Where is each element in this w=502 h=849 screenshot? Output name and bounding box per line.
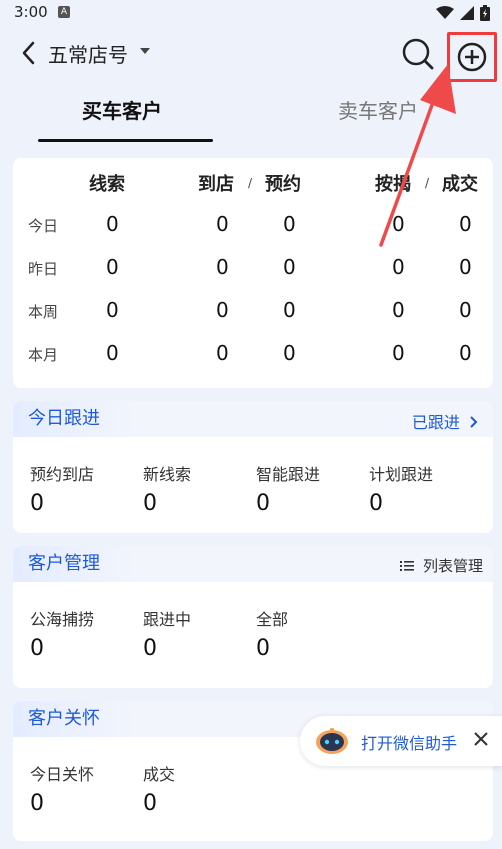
chevron-right-icon	[470, 416, 478, 428]
stat-cell[interactable]: 0	[283, 255, 296, 279]
stat-cell[interactable]: 0	[216, 341, 229, 365]
stat-cell[interactable]: 0	[392, 212, 405, 236]
care-label: 成交	[143, 765, 176, 784]
stats-card: 线索 到店 / 预约 按揭 / 成交 今日 0 0 0 0 0 昨日 0 0 0…	[13, 158, 493, 388]
stat-cell[interactable]: 0	[106, 298, 119, 322]
robot-avatar-icon	[316, 728, 348, 754]
followed-link-label: 已跟进	[411, 413, 460, 432]
stat-cell[interactable]: 0	[106, 255, 119, 279]
col-head-visit: 到店	[198, 174, 234, 195]
status-icons	[436, 5, 490, 21]
tab-sell-customers[interactable]: 卖车客户	[338, 95, 418, 124]
status-time: 3:00	[14, 3, 48, 21]
followup-value[interactable]: 0	[256, 491, 270, 516]
stat-cell[interactable]: 0	[216, 212, 229, 236]
add-button[interactable]	[447, 32, 497, 82]
manage-label: 全部	[256, 610, 289, 629]
notification-icon: A	[58, 6, 70, 18]
followup-label: 预约到店	[30, 465, 95, 484]
col-head-deal: 成交	[442, 174, 478, 195]
plus-circle-icon	[457, 42, 487, 72]
shop-title[interactable]: 五常店号	[48, 39, 128, 68]
back-icon[interactable]	[16, 38, 42, 68]
followup-label: 新线索	[143, 465, 192, 484]
battery-icon	[480, 5, 490, 21]
followup-label: 计划跟进	[369, 465, 434, 484]
followup-card: 今日跟进 已跟进 预约到店 0 新线索 0 智能跟进 0 计划跟进 0	[13, 401, 493, 533]
wechat-assistant-label: 打开微信助手	[361, 734, 458, 753]
tab-buy-customers[interactable]: 买车客户	[82, 95, 162, 124]
customer-tabs: 买车客户 卖车客户	[0, 82, 502, 144]
row-label-today: 今日	[28, 217, 59, 235]
list-icon	[400, 561, 415, 571]
chevron-down-icon[interactable]	[140, 48, 150, 54]
section-header: 今日跟进 已跟进	[13, 401, 493, 437]
manage-value[interactable]: 0	[30, 636, 44, 661]
manage-card: 客户管理 列表管理 公海捕捞 0 跟进中 0 全部 0	[13, 546, 493, 688]
list-manage-link[interactable]: 列表管理	[400, 555, 483, 576]
row-label-yesterday: 昨日	[28, 260, 59, 278]
signal-icon	[460, 6, 474, 20]
stat-cell[interactable]: 0	[283, 212, 296, 236]
followed-link[interactable]: 已跟进	[412, 409, 479, 433]
care-value[interactable]: 0	[30, 791, 44, 816]
col-head-appointment: 预约	[265, 174, 301, 195]
status-bar: 3:00 A	[0, 0, 502, 26]
followup-label: 智能跟进	[256, 465, 321, 484]
wifi-icon	[436, 6, 454, 19]
col-separator: /	[248, 176, 253, 190]
manage-label: 公海捕捞	[30, 610, 95, 629]
section-title: 今日跟进	[13, 401, 136, 437]
stat-cell[interactable]: 0	[216, 255, 229, 279]
care-label: 今日关怀	[30, 765, 95, 784]
app-header: 五常店号	[0, 26, 502, 82]
row-label-month: 本月	[28, 346, 59, 364]
stat-cell[interactable]: 0	[459, 298, 472, 322]
followup-value[interactable]: 0	[143, 491, 157, 516]
stat-cell[interactable]: 0	[216, 298, 229, 322]
search-icon[interactable]	[400, 36, 436, 72]
manage-label: 跟进中	[143, 610, 192, 629]
stat-cell[interactable]: 0	[283, 298, 296, 322]
col-separator: /	[425, 176, 430, 190]
followup-value[interactable]: 0	[369, 491, 383, 516]
stat-cell[interactable]: 0	[106, 212, 119, 236]
stat-cell[interactable]: 0	[459, 212, 472, 236]
followup-value[interactable]: 0	[30, 491, 44, 516]
row-label-week: 本周	[28, 303, 59, 321]
stat-cell[interactable]: 0	[459, 255, 472, 279]
stat-cell[interactable]: 0	[106, 341, 119, 365]
list-manage-label: 列表管理	[422, 557, 483, 575]
close-icon[interactable]	[470, 728, 492, 750]
care-value[interactable]: 0	[143, 791, 157, 816]
stat-cell[interactable]: 0	[392, 298, 405, 322]
wechat-assistant-pill[interactable]: 打开微信助手	[300, 716, 502, 766]
col-head-mortgage: 按揭	[375, 174, 411, 195]
section-title: 客户管理	[13, 546, 136, 582]
stat-cell[interactable]: 0	[459, 341, 472, 365]
section-title: 客户关怀	[13, 701, 136, 737]
stat-cell[interactable]: 0	[392, 341, 405, 365]
stat-cell[interactable]: 0	[392, 255, 405, 279]
stat-cell[interactable]: 0	[283, 341, 296, 365]
manage-value[interactable]: 0	[143, 636, 157, 661]
section-header: 客户管理 列表管理	[13, 546, 493, 582]
active-tab-indicator	[38, 139, 213, 142]
col-head-leads: 线索	[89, 174, 125, 195]
manage-value[interactable]: 0	[256, 636, 270, 661]
